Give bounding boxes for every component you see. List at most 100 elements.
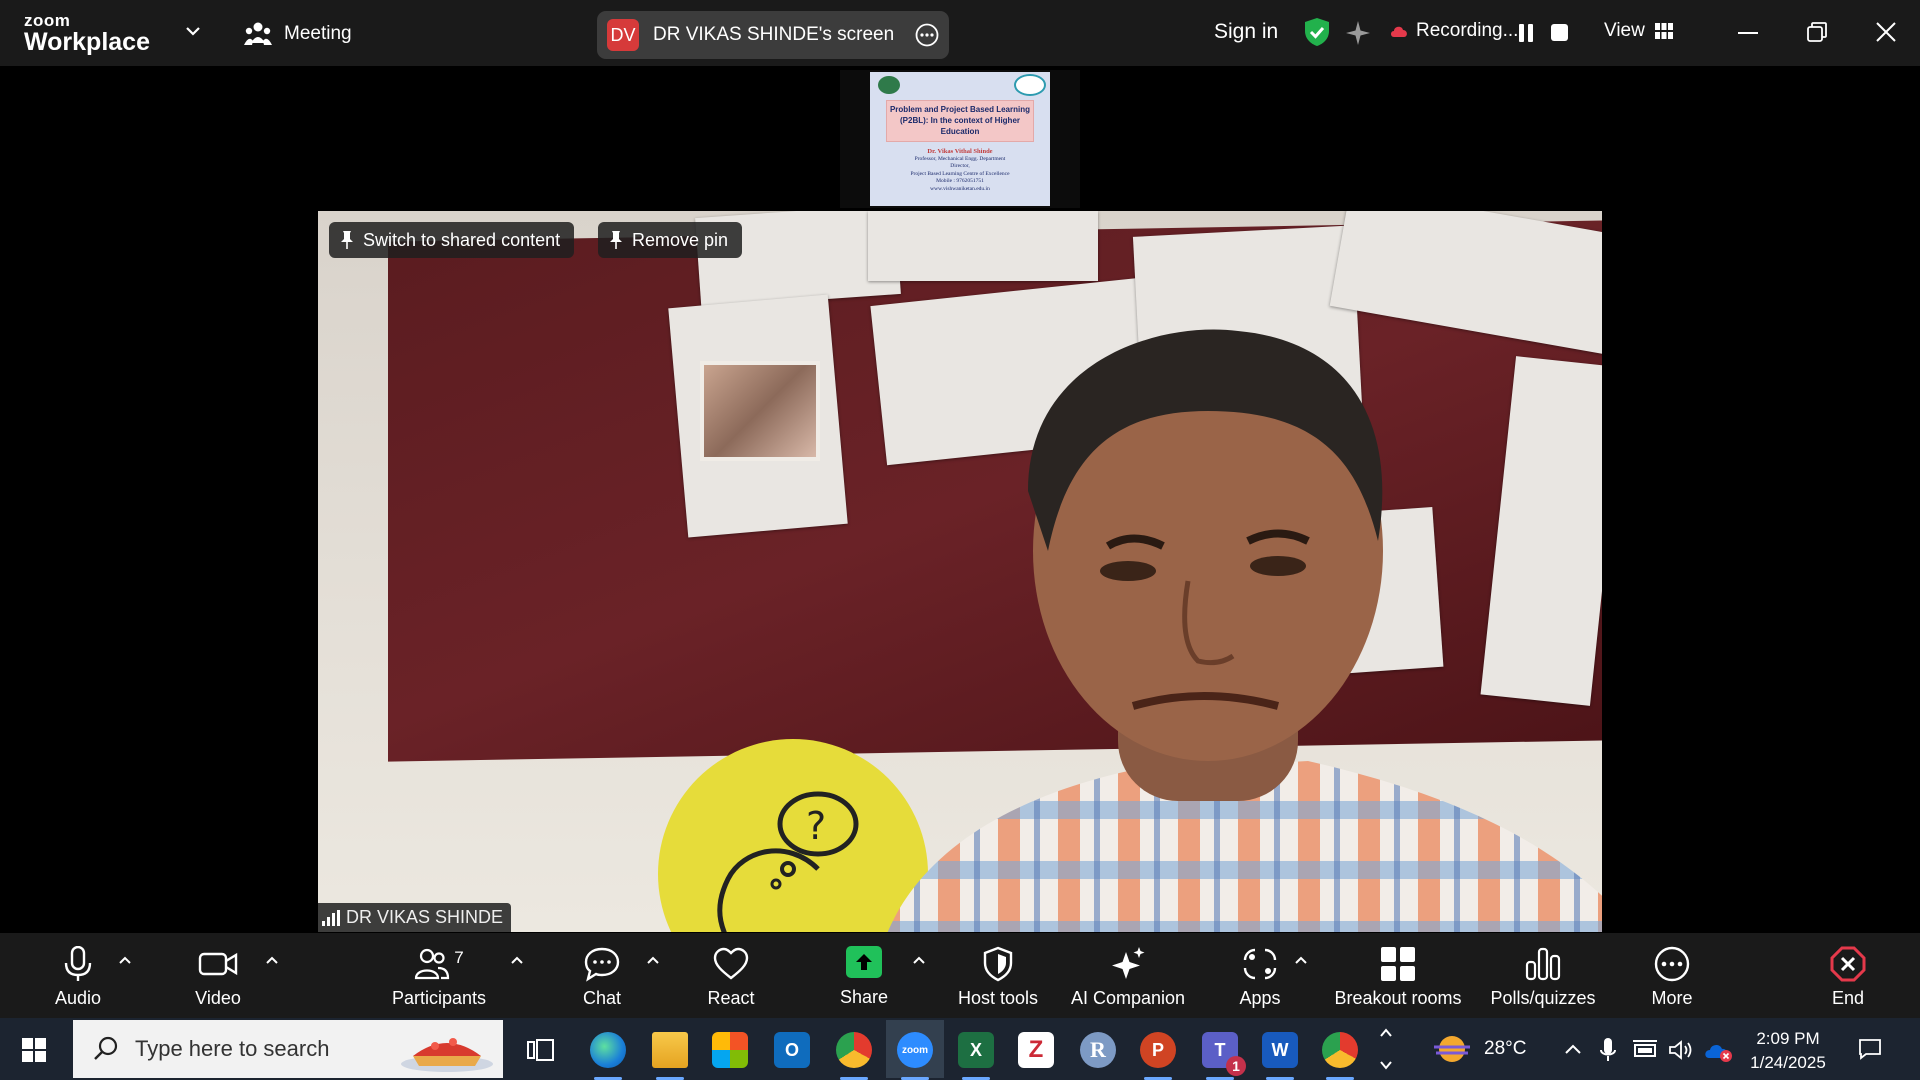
weather-temperature: 28°C: [1484, 1038, 1527, 1059]
video-paper: [868, 211, 1098, 281]
slide-author: Dr. Vikas Vithal Shinde: [927, 148, 993, 155]
chrome-profile-icon[interactable]: [1322, 1032, 1358, 1080]
battery-icon[interactable]: [1632, 1040, 1658, 1060]
ai-companion-sparkle-icon: [1112, 947, 1145, 979]
breakout-rooms-icon: [1381, 947, 1415, 981]
shield-check-icon[interactable]: [1303, 17, 1331, 47]
chrome-icon[interactable]: [836, 1032, 872, 1080]
end-meeting-button[interactable]: End: [1818, 933, 1878, 1018]
people-icon: [244, 22, 272, 45]
clock-time: 2:09 PM: [1756, 1029, 1820, 1048]
store-icon[interactable]: [712, 1032, 748, 1068]
slide-line: www.vishwaniketan.edu.in: [930, 185, 990, 192]
teams-icon[interactable]: T 1: [1202, 1032, 1246, 1080]
screen-owner-label: DR VIKAS SHINDE's screen: [653, 24, 895, 45]
apps-button[interactable]: Apps: [1230, 933, 1290, 1018]
windows-start-icon[interactable]: [22, 1038, 46, 1062]
edge-icon[interactable]: [590, 1032, 626, 1080]
apps-label: Apps: [1239, 988, 1281, 1008]
slide-line: Project Based Learning Centre of Excelle…: [910, 170, 1010, 177]
remove-pin-button[interactable]: Remove pin: [598, 222, 743, 258]
taskbar-search-input[interactable]: Type here to search: [73, 1020, 503, 1078]
speaker-video[interactable]: ? Switch to shared content Remove pin DR…: [318, 211, 1602, 932]
meeting-button[interactable]: Meeting: [244, 18, 352, 50]
share-options-caret-icon[interactable]: [912, 955, 926, 965]
host-shield-icon: [983, 946, 1013, 982]
view-button[interactable]: View: [1604, 20, 1673, 42]
video-options-caret-icon[interactable]: [265, 955, 279, 965]
show-hidden-icons-chevron-icon[interactable]: [1564, 1042, 1582, 1056]
minimize-button[interactable]: [1738, 32, 1758, 34]
word-icon[interactable]: W: [1262, 1032, 1298, 1080]
windows-taskbar: Type here to search O zoom X Z R P T 1 W…: [0, 1018, 1920, 1080]
taskbar-scroll-down-icon[interactable]: [1379, 1058, 1393, 1072]
weather-sun-icon: [1434, 1036, 1470, 1062]
polls-quizzes-button[interactable]: Polls/quizzes: [1488, 933, 1598, 1018]
breakout-rooms-button[interactable]: Breakout rooms: [1330, 933, 1466, 1018]
video-camera-icon: [198, 952, 238, 976]
participants-count: 7: [454, 948, 464, 967]
ai-sparkle-icon[interactable]: [1345, 20, 1371, 46]
chat-options-caret-icon[interactable]: [646, 955, 660, 965]
file-explorer-icon[interactable]: [652, 1032, 688, 1080]
slide-title: Problem and Project Based Learning (P2BL…: [889, 105, 1031, 136]
notifications-icon[interactable]: [1858, 1038, 1882, 1060]
slide-title-box: Problem and Project Based Learning (P2BL…: [886, 100, 1034, 142]
meeting-controls-toolbar: Audio Video 7 Participants Chat React Sh…: [0, 933, 1920, 1018]
slide-line: Director,: [950, 163, 970, 169]
task-view-icon[interactable]: [522, 1032, 558, 1068]
more-button[interactable]: More: [1642, 933, 1702, 1018]
audio-options-caret-icon[interactable]: [118, 955, 132, 965]
ai-companion-button[interactable]: AI Companion: [1068, 933, 1188, 1018]
zoom-title-bar: zoom Workplace Meeting DV DR VIKAS SHIND…: [0, 0, 1920, 66]
sign-in-link[interactable]: Sign in: [1214, 20, 1278, 44]
search-icon: [94, 1036, 118, 1060]
chat-button[interactable]: Chat: [572, 933, 632, 1018]
search-highlight-pie-icon[interactable]: [395, 1026, 495, 1074]
zoom-icon[interactable]: zoom: [897, 1032, 933, 1080]
avatar: DV: [607, 19, 639, 51]
host-tools-button[interactable]: Host tools: [948, 933, 1048, 1018]
audio-label: Audio: [54, 988, 102, 1008]
participants-button[interactable]: 7 Participants: [384, 933, 494, 1018]
signal-strength-icon: [322, 909, 340, 926]
volume-icon[interactable]: [1668, 1040, 1694, 1060]
switch-to-shared-content-button[interactable]: Switch to shared content: [329, 222, 575, 258]
stop-recording-button[interactable]: [1551, 24, 1568, 41]
onedrive-error-icon[interactable]: [1704, 1040, 1734, 1062]
participants-icon: [415, 948, 450, 980]
bar-chart-icon: [1525, 947, 1561, 981]
thinking-head-icon: ?: [717, 791, 859, 932]
audio-button[interactable]: Audio: [48, 933, 108, 1018]
slide-line: Mobile : 9762051751: [936, 178, 984, 184]
microphone-tray-icon[interactable]: [1600, 1037, 1616, 1063]
more-options-icon[interactable]: [915, 23, 939, 47]
share-button[interactable]: Share: [834, 933, 894, 1018]
excel-icon[interactable]: X: [958, 1032, 994, 1080]
participants-options-caret-icon[interactable]: [510, 955, 524, 965]
taskbar-scroll-up-icon[interactable]: [1379, 1026, 1393, 1040]
microphone-icon: [64, 946, 92, 981]
react-button[interactable]: React: [700, 933, 762, 1018]
shared-content-thumbnail[interactable]: Problem and Project Based Learning (P2BL…: [840, 70, 1080, 208]
pause-recording-button[interactable]: [1519, 24, 1533, 42]
video-button[interactable]: Video: [186, 933, 250, 1018]
speaker-figure: [887, 329, 1602, 932]
recording-status[interactable]: Recording...: [1390, 20, 1518, 42]
outlook-icon[interactable]: O: [774, 1032, 810, 1068]
r-icon[interactable]: R: [1080, 1032, 1116, 1068]
weather-widget[interactable]: 28°C: [1432, 1018, 1526, 1080]
close-window-button[interactable]: [1874, 20, 1898, 44]
end-meeting-icon: [1830, 946, 1866, 982]
restore-window-button[interactable]: [1806, 21, 1828, 43]
powerpoint-icon[interactable]: P: [1140, 1032, 1176, 1080]
chevron-down-icon[interactable]: [184, 22, 202, 40]
shared-screen-indicator[interactable]: DV DR VIKAS SHINDE's screen: [597, 11, 949, 59]
heart-icon: [713, 947, 749, 980]
chat-bubble-icon: [584, 947, 620, 982]
taskbar-clock[interactable]: 2:09 PM 1/24/2025: [1740, 1027, 1836, 1075]
switch-to-shared-label: Switch to shared content: [363, 229, 561, 250]
share-label: Share: [839, 987, 889, 1007]
apps-options-caret-icon[interactable]: [1294, 955, 1308, 965]
zotero-icon[interactable]: Z: [1018, 1032, 1054, 1068]
